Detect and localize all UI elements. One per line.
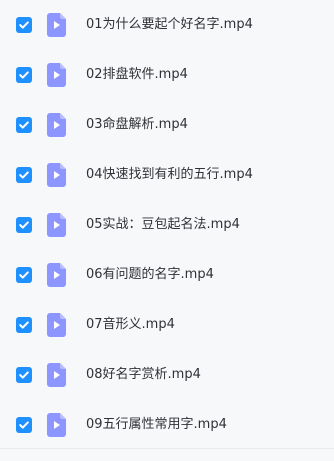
file-list: 01为什么要起个好名字.mp4 02排盘软件.mp4 03命盘解析.mp4 04…: [0, 0, 334, 461]
file-name: 07音形义.mp4: [86, 317, 175, 332]
file-name: 08好名字赏析.mp4: [86, 367, 201, 382]
file-row[interactable]: 06有问题的名字.mp4: [0, 250, 334, 300]
bottom-divider: [0, 448, 334, 449]
checked-checkbox[interactable]: [16, 317, 32, 333]
check-icon: [19, 171, 29, 179]
checked-checkbox[interactable]: [16, 117, 32, 133]
file-row[interactable]: 07音形义.mp4: [0, 300, 334, 350]
file-row[interactable]: 09五行属性常用字.mp4: [0, 400, 334, 450]
check-icon: [19, 71, 29, 79]
file-row[interactable]: 03命盘解析.mp4: [0, 100, 334, 150]
video-file-icon: [47, 163, 66, 187]
check-icon: [19, 421, 29, 429]
video-file-icon: [47, 313, 66, 337]
video-file-icon: [47, 263, 66, 287]
file-name: 05实战：豆包起名法.mp4: [86, 217, 240, 232]
video-file-icon: [47, 13, 66, 37]
video-file-icon: [47, 113, 66, 137]
file-row[interactable]: 02排盘软件.mp4: [0, 50, 334, 100]
checked-checkbox[interactable]: [16, 67, 32, 83]
video-file-icon: [47, 363, 66, 387]
checked-checkbox[interactable]: [16, 367, 32, 383]
file-row[interactable]: 08好名字赏析.mp4: [0, 350, 334, 400]
video-file-icon: [47, 63, 66, 87]
checked-checkbox[interactable]: [16, 217, 32, 233]
check-icon: [19, 321, 29, 329]
checked-checkbox[interactable]: [16, 17, 32, 33]
video-file-icon: [47, 413, 66, 437]
file-name: 03命盘解析.mp4: [86, 117, 188, 132]
checked-checkbox[interactable]: [16, 267, 32, 283]
file-row[interactable]: 05实战：豆包起名法.mp4: [0, 200, 334, 250]
check-icon: [19, 271, 29, 279]
checked-checkbox[interactable]: [16, 167, 32, 183]
check-icon: [19, 221, 29, 229]
file-row[interactable]: 01为什么要起个好名字.mp4: [0, 0, 334, 50]
checked-checkbox[interactable]: [16, 417, 32, 433]
file-row[interactable]: 04快速找到有利的五行.mp4: [0, 150, 334, 200]
check-icon: [19, 121, 29, 129]
check-icon: [19, 371, 29, 379]
file-name: 06有问题的名字.mp4: [86, 267, 214, 282]
check-icon: [19, 21, 29, 29]
file-name: 02排盘软件.mp4: [86, 67, 188, 82]
file-name: 09五行属性常用字.mp4: [86, 417, 227, 432]
file-name: 01为什么要起个好名字.mp4: [86, 17, 253, 32]
video-file-icon: [47, 213, 66, 237]
file-name: 04快速找到有利的五行.mp4: [86, 167, 253, 182]
